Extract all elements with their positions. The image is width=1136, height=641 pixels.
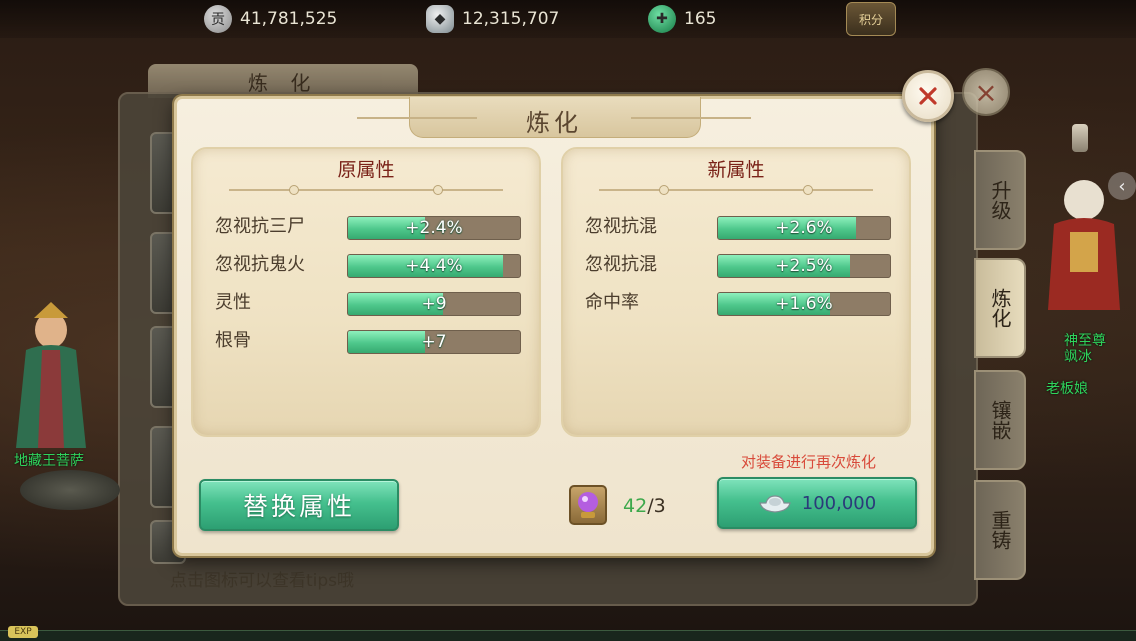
divider <box>229 185 503 195</box>
stat-bar: +7 <box>347 330 521 354</box>
stat-name: 根骨 <box>215 330 251 351</box>
stat-value: +9 <box>421 294 447 314</box>
jade-resource: ✚ 165 <box>648 5 717 33</box>
stat-name: 忽视抗三尸 <box>215 216 305 237</box>
stat-value: +2.6% <box>775 218 833 238</box>
stat-name: 忽视抗混 <box>585 216 657 237</box>
close-icon <box>919 87 937 105</box>
exp-label: EXP <box>8 626 38 638</box>
stat-bar: +2.4% <box>347 216 521 240</box>
stat-row: 忽视抗混 +2.5% <box>585 253 895 278</box>
dialog-title: 炼化 <box>526 109 582 137</box>
score-button[interactable]: 积分 <box>846 2 896 36</box>
npc-dizang-figure <box>16 302 86 448</box>
refine-material-slot[interactable] <box>569 485 607 525</box>
silver-resource: ◆ 12,315,707 <box>426 5 560 33</box>
stat-bar: +2.5% <box>717 254 891 278</box>
stat-bar: +1.6% <box>717 292 891 316</box>
silver-ingot-icon: ◆ <box>426 5 454 33</box>
close-button[interactable] <box>902 70 954 122</box>
silver-amount: 12,315,707 <box>462 9 560 29</box>
stat-value: +2.5% <box>775 256 833 276</box>
background-close-icon[interactable]: × <box>962 68 1010 116</box>
tab-upgrade[interactable]: 升级 <box>974 150 1026 250</box>
contribution-coin-icon: 贡 <box>204 5 232 33</box>
original-attributes-card: 原属性 忽视抗三尸 +2.4% 忽视抗鬼火 +4.4% 灵性 +9 根骨 +7 <box>191 147 541 437</box>
material-owned: 42 <box>623 495 648 517</box>
tab-refine[interactable]: 炼化 <box>974 258 1026 358</box>
npc-right-figure <box>1048 180 1120 310</box>
stat-bar: +4.4% <box>347 254 521 278</box>
tips-hint-text: 点击图标可以查看tips哦 <box>170 571 355 591</box>
refine-cost: 100,000 <box>801 492 877 514</box>
tab-label: 炼化 <box>988 288 1012 328</box>
npc-name-label: 老板娘 <box>1046 381 1088 397</box>
stat-value: +4.4% <box>405 256 463 276</box>
stat-value: +7 <box>421 332 447 352</box>
jade-amount: 165 <box>684 9 717 29</box>
tab-label: 重铸 <box>988 510 1012 550</box>
stat-name: 灵性 <box>215 292 251 313</box>
material-required: /3 <box>647 495 666 517</box>
coin-resource: 贡 41,781,525 <box>204 5 338 33</box>
jade-icon: ✚ <box>648 5 676 33</box>
purple-orb-icon <box>578 492 598 518</box>
npc-name-label: 地藏王菩萨 <box>14 453 84 469</box>
stat-name: 命中率 <box>585 292 639 313</box>
stat-name: 忽视抗混 <box>585 254 657 275</box>
stat-row: 忽视抗三尸 +2.4% <box>215 215 525 240</box>
refine-button[interactable]: 100,000 <box>717 477 917 529</box>
lantern-icon <box>1072 124 1088 152</box>
stat-row: 忽视抗混 +2.6% <box>585 215 895 240</box>
npc-name-label: 飒冰 <box>1064 349 1092 365</box>
stat-bar: +2.6% <box>717 216 891 240</box>
tab-recast[interactable]: 重铸 <box>974 480 1026 580</box>
silver-ingot-icon <box>759 495 791 513</box>
new-attributes-heading: 新属性 <box>707 159 765 181</box>
stone-pedestal <box>20 470 120 510</box>
tab-label: 升级 <box>988 180 1012 220</box>
material-count: 42/3 <box>623 495 666 517</box>
stat-row: 命中率 +1.6% <box>585 291 895 316</box>
refine-again-hint: 对装备进行再次炼化 <box>741 453 877 471</box>
coin-amount: 41,781,525 <box>240 9 338 29</box>
stat-row: 根骨 +7 <box>215 329 525 354</box>
tab-label: 镶嵌 <box>988 400 1012 440</box>
stat-value: +2.4% <box>405 218 463 238</box>
original-attributes-heading: 原属性 <box>337 159 395 181</box>
refine-dialog: 炼化 原属性 忽视抗三尸 +2.4% 忽视抗鬼火 +4.4% 灵性 +9 根骨 … <box>174 96 934 556</box>
resource-bar: 贡 41,781,525 ◆ 12,315,707 ✚ 165 积分 <box>0 0 1136 38</box>
replace-attributes-button[interactable]: 替换属性 <box>199 479 399 531</box>
stat-row: 灵性 +9 <box>215 291 525 316</box>
stat-value: +1.6% <box>775 294 833 314</box>
stat-row: 忽视抗鬼火 +4.4% <box>215 253 525 278</box>
stat-bar: +9 <box>347 292 521 316</box>
experience-bar <box>0 630 1136 641</box>
new-attributes-card: 新属性 忽视抗混 +2.6% 忽视抗混 +2.5% 命中率 +1.6% <box>561 147 911 437</box>
divider <box>599 185 873 195</box>
tab-inlay[interactable]: 镶嵌 <box>974 370 1026 470</box>
stat-name: 忽视抗鬼火 <box>215 254 305 275</box>
